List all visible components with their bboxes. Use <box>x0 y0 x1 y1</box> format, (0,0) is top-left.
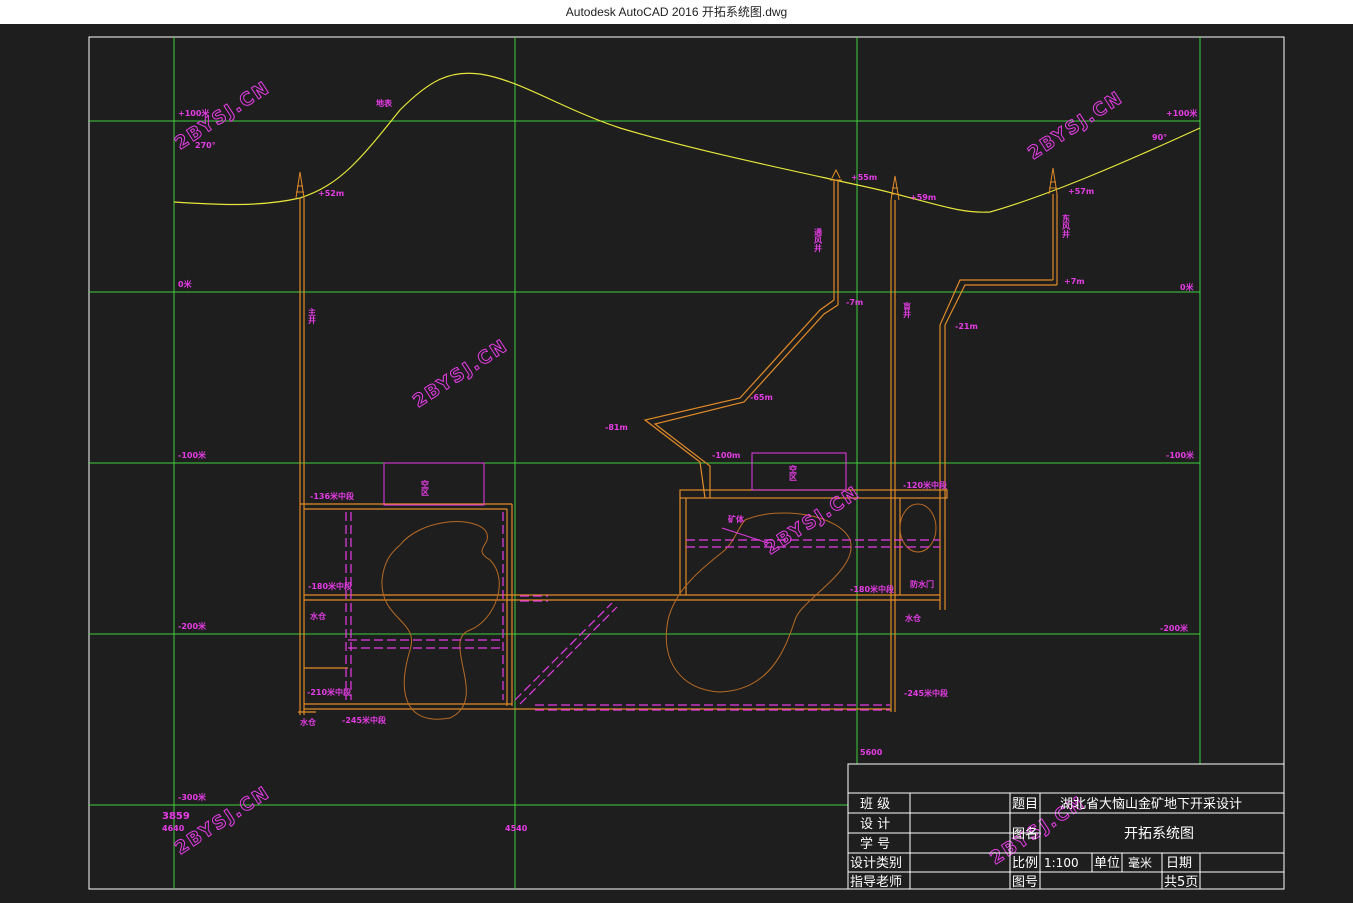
svg-text:东风井: 东风井 <box>1062 213 1071 239</box>
svg-text:班 级: 班 级 <box>860 797 890 812</box>
svg-text:-245米中段: -245米中段 <box>904 688 948 698</box>
svg-text:-100m: -100m <box>712 451 740 460</box>
svg-text:4640: 4640 <box>162 824 185 833</box>
svg-text:90°: 90° <box>1152 133 1167 142</box>
underground-workings <box>298 180 1058 715</box>
svg-text:2BYSJ.CN: 2BYSJ.CN <box>761 482 864 559</box>
svg-text:-100米: -100米 <box>178 450 207 460</box>
svg-text:0米: 0米 <box>1180 282 1195 292</box>
title-block <box>847 763 1285 890</box>
svg-text:主井: 主井 <box>308 307 317 325</box>
svg-text:+7m: +7m <box>1064 277 1085 286</box>
svg-text:防水门: 防水门 <box>910 579 934 589</box>
svg-text:开拓系统图: 开拓系统图 <box>1124 826 1194 842</box>
svg-text:毫米: 毫米 <box>1128 855 1152 870</box>
svg-text:-200米: -200米 <box>178 621 207 631</box>
svg-text:-7m: -7m <box>846 298 863 307</box>
svg-text:湖北省大恼山金矿地下开采设计: 湖北省大恼山金矿地下开采设计 <box>1060 796 1242 812</box>
svg-text:+59m: +59m <box>910 193 936 202</box>
svg-text:矿体: 矿体 <box>728 514 745 524</box>
drawing-canvas[interactable]: +100米 +100米 0米 0米 -100米 -100米 -200米 -200… <box>0 24 1353 899</box>
svg-text:-210米中段: -210米中段 <box>307 687 351 697</box>
svg-text:水仓: 水仓 <box>299 717 317 727</box>
svg-text:设 计: 设 计 <box>860 817 890 832</box>
svg-text:设计类别: 设计类别 <box>850 856 902 871</box>
svg-text:图号: 图号 <box>1012 875 1038 890</box>
svg-text:水仓: 水仓 <box>309 611 327 621</box>
svg-text:-245米中段: -245米中段 <box>342 715 386 725</box>
svg-text:2BYSJ.CN: 2BYSJ.CN <box>1024 87 1127 164</box>
svg-text:单位: 单位 <box>1094 856 1120 871</box>
svg-text:+100米: +100米 <box>1166 108 1198 118</box>
svg-text:+55m: +55m <box>851 173 877 182</box>
svg-text:空区: 空区 <box>789 464 798 482</box>
orebody-outline <box>381 503 937 720</box>
svg-text:水仓: 水仓 <box>904 613 922 623</box>
svg-text:-120米中段: -120米中段 <box>903 480 947 490</box>
grid-lines <box>89 37 1201 889</box>
svg-text:日期: 日期 <box>1166 856 1192 871</box>
svg-text:盲井: 盲井 <box>903 301 912 319</box>
headframe-icons <box>295 167 1058 201</box>
svg-text:通风井: 通风井 <box>814 227 823 253</box>
svg-text:-180米中段: -180米中段 <box>308 581 352 591</box>
cad-drawing: +100米 +100米 0米 0米 -100米 -100米 -200米 -200… <box>88 36 1285 890</box>
svg-text:地表: 地表 <box>376 98 393 108</box>
svg-text:0米: 0米 <box>178 279 193 289</box>
elevation-labels: +52m +55m +59m +57m -7m -21m +7m -65m -8… <box>318 173 1094 460</box>
svg-text:4540: 4540 <box>505 824 528 833</box>
svg-text:-81m: -81m <box>605 423 628 432</box>
svg-text:指导老师: 指导老师 <box>850 875 902 890</box>
svg-text:-65m: -65m <box>750 393 773 402</box>
svg-text:+52m: +52m <box>318 189 344 198</box>
svg-text:空区: 空区 <box>421 479 430 497</box>
svg-text:2BYSJ.CN: 2BYSJ.CN <box>409 335 512 412</box>
svg-text:-100米: -100米 <box>1166 450 1195 460</box>
svg-text:比例: 比例 <box>1012 856 1038 871</box>
svg-text:共5页: 共5页 <box>1164 875 1198 890</box>
svg-text:-200米: -200米 <box>1160 623 1189 633</box>
svg-text:学 号: 学 号 <box>860 836 890 852</box>
svg-text:题目: 题目 <box>1012 797 1038 812</box>
svg-text:图名: 图名 <box>1012 826 1038 842</box>
svg-text:5600: 5600 <box>860 748 883 757</box>
window-title: Autodesk AutoCAD 2016 开拓系统图.dwg <box>0 0 1353 24</box>
svg-text:+57m: +57m <box>1068 187 1094 196</box>
svg-text:-136米中段: -136米中段 <box>310 491 354 501</box>
watermark: 2BYSJ.CN 2BYSJ.CN 2BYSJ.CN 2BYSJ.CN 2BYS… <box>171 77 1128 870</box>
svg-text:-180米中段: -180米中段 <box>850 584 894 594</box>
shaft-labels: 主井 通风井 盲井 东风井 <box>308 213 1071 325</box>
svg-text:1:100: 1:100 <box>1044 856 1079 870</box>
svg-text:-21m: -21m <box>955 322 978 331</box>
svg-text:3859: 3859 <box>162 811 190 822</box>
title-block-text: 班 级 设 计 学 号 设计类别 指导老师 题目 湖北省大恼山金矿地下开采设计 … <box>850 796 1242 890</box>
svg-text:-300米: -300米 <box>178 792 207 802</box>
